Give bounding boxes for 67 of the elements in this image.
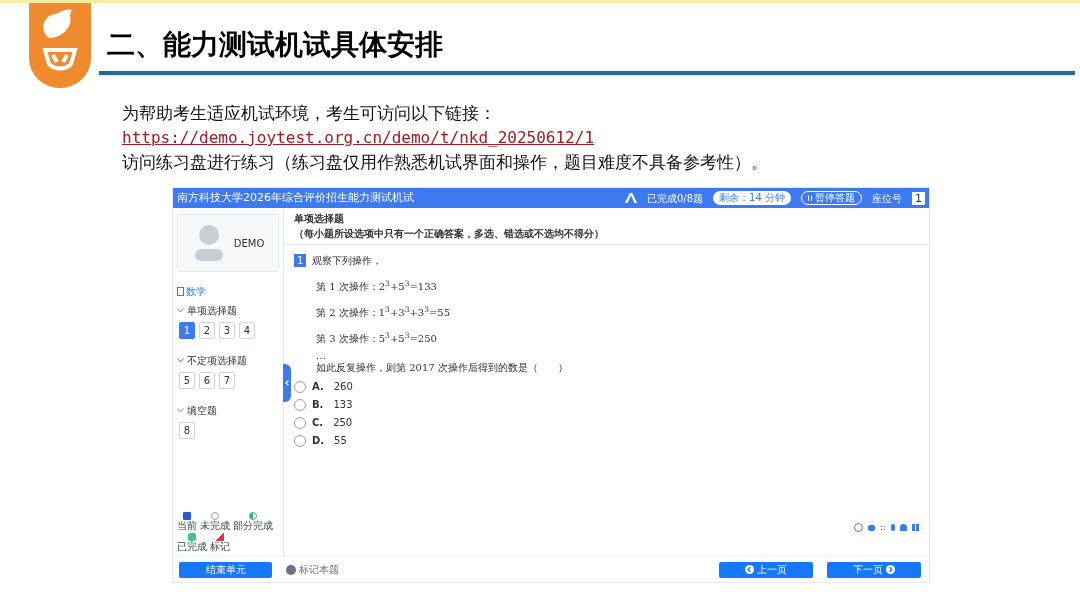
answer-option[interactable]: A. 260 <box>294 379 919 394</box>
pause-icon <box>808 195 812 201</box>
chevron-left-icon <box>285 380 289 386</box>
intro-text: 为帮助考生适应机试环境，考生可访问以下链接： <box>122 102 497 125</box>
profile-name: DEMO <box>233 236 265 251</box>
option-text: 133 <box>333 398 353 412</box>
section-title[interactable]: 不定项选择题 <box>187 353 247 368</box>
flag-corner-icon <box>216 533 224 541</box>
legend-label: 部分完成 <box>233 521 273 531</box>
chevron-icon[interactable] <box>177 308 184 313</box>
question-intro: 观察下列操作， <box>312 254 383 268</box>
timer-pill: 剩余：14 分钟 <box>713 191 791 205</box>
section-heading: 单项选择题 <box>294 212 345 226</box>
option-letter: B. <box>312 398 324 412</box>
next-page-button[interactable]: 下一页 <box>827 561 921 578</box>
section-title[interactable]: 单项选择题 <box>187 303 237 318</box>
legend-label: 未完成 <box>200 521 230 531</box>
answer-option[interactable]: D. 55 <box>294 433 919 448</box>
current-swatch-icon <box>183 512 191 520</box>
question-number-button[interactable]: 2 <box>199 322 215 339</box>
question-prompt: 如此反复操作，则第 2017 次操作后得到的数是（ ） <box>316 361 569 375</box>
pin-icon <box>286 564 296 575</box>
option-text: 55 <box>334 434 347 448</box>
chevron-icon[interactable] <box>177 408 184 413</box>
legend-label: 当前 <box>177 521 197 531</box>
filled-swatch-icon <box>188 533 196 541</box>
option-letter: D. <box>312 434 325 448</box>
chat-icon[interactable] <box>868 524 875 531</box>
ellipsis-text: … <box>316 352 327 360</box>
legend-label: 已完成 <box>177 542 207 552</box>
option-letter: A. <box>312 380 324 394</box>
legend-label: 标记 <box>210 542 230 552</box>
flag-button[interactable]: 标记本题 <box>286 562 339 577</box>
question-number-badge: 1 <box>294 254 307 267</box>
operation-line: 第 3 次操作：5$^{3}$+5$^{3}$=250 <box>316 331 438 346</box>
document-icon <box>177 287 184 296</box>
operation-line: 第 1 次操作：2$^{3}$+5$^{3}$=133 <box>316 279 438 294</box>
finish-button[interactable]: 结束单元 <box>179 561 272 578</box>
seat-label: 座位号 <box>872 191 902 206</box>
instructions-text: （每小题所设选项中只有一个正确答案，多选、错选或不选均不得分） <box>294 227 605 241</box>
question-number-button[interactable]: 8 <box>179 422 195 439</box>
section-title[interactable]: 填空题 <box>187 403 217 418</box>
seat-number: 1 <box>912 191 925 205</box>
question-number-button[interactable]: 4 <box>239 322 255 339</box>
subject-label: 数学 <box>186 285 206 299</box>
question-number-button[interactable]: 7 <box>219 372 235 389</box>
app-title: 南方科技大学2026年综合评价招生能力测试机试 <box>177 189 414 206</box>
question-number-button[interactable]: 3 <box>219 322 235 339</box>
option-letter: C. <box>312 416 324 430</box>
progress-text: 已完成0/8题 <box>647 191 704 206</box>
chevron-icon[interactable] <box>177 358 184 363</box>
operation-line: 第 2 次操作：1$^{3}$+3$^{3}$+3$^{3}$=55 <box>316 305 452 320</box>
microphone-icon[interactable] <box>891 524 895 531</box>
answer-option[interactable]: B. 133 <box>294 397 919 412</box>
answer-option[interactable]: C. 250 <box>294 415 919 430</box>
question-number-button[interactable]: 5 <box>179 372 195 389</box>
option-text: 250 <box>333 416 353 430</box>
right-circle-icon <box>886 565 895 574</box>
note-text: 访问练习盘进行练习（练习盘仅用作熟悉机试界面和操作，题目难度不具备参考性）。 <box>122 151 769 174</box>
previous-page-button[interactable]: 上一页 <box>719 561 813 578</box>
left-circle-icon <box>745 565 754 574</box>
slide-title: 二、能力测试机试具体安排 <box>107 27 444 63</box>
question-number-button[interactable]: 6 <box>199 372 215 389</box>
question-number-button[interactable]: 1 <box>179 322 195 339</box>
option-text: 260 <box>333 380 353 394</box>
demo-link[interactable]: https://demo.joytest.org.cn/demo/t/nkd_20250612/1 <box>122 128 594 147</box>
collapse-tab[interactable] <box>283 364 291 402</box>
